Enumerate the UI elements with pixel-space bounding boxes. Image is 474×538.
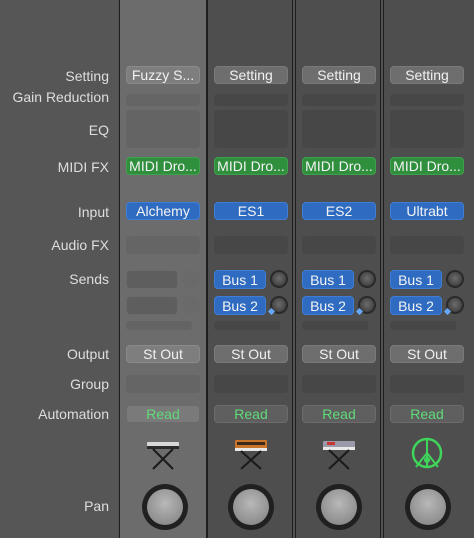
send-level-knob-1[interactable] — [270, 270, 288, 288]
send-slot-empty[interactable] — [126, 321, 192, 330]
synth-keyboard-icon — [147, 442, 179, 470]
input-slot[interactable]: Alchemy — [126, 202, 200, 220]
channel-strip-4[interactable]: Setting MIDI Dro... Ultrabt Bus 1 Bus 2 … — [383, 0, 474, 538]
input-slot[interactable]: Ultrabt — [390, 202, 464, 220]
output-label: Output — [66, 346, 109, 362]
send-slot-empty[interactable] — [302, 321, 368, 330]
setting-button[interactable]: Fuzzy S... — [126, 66, 200, 84]
eq-display[interactable] — [302, 110, 376, 148]
send-slot-2[interactable]: Bus 2 — [214, 296, 266, 315]
automation-mode-button[interactable]: Read — [390, 405, 464, 423]
group-slot[interactable] — [390, 375, 464, 393]
send-level-knob-2[interactable] — [182, 296, 200, 314]
output-button[interactable]: St Out — [390, 345, 464, 363]
send-slot-2[interactable] — [126, 296, 178, 315]
gain-reduction-meter — [302, 94, 376, 106]
pan-knob[interactable] — [228, 484, 274, 530]
input-slot[interactable]: ES1 — [214, 202, 288, 220]
send-slot-2[interactable]: Bus 2 — [302, 296, 354, 315]
audio-fx-slot[interactable] — [390, 236, 464, 254]
send-slot-empty[interactable] — [390, 321, 456, 330]
audio-fx-label: Audio FX — [51, 237, 109, 253]
automation-mode-button[interactable]: Read — [214, 405, 288, 423]
group-slot[interactable] — [126, 375, 200, 393]
midi-fx-slot[interactable]: MIDI Dro... — [302, 157, 376, 175]
pan-knob-cap — [147, 489, 183, 525]
send-level-knob-1[interactable] — [446, 270, 464, 288]
pan-knob[interactable] — [142, 484, 188, 530]
pan-knob-cap — [410, 489, 446, 525]
gain-reduction-meter — [214, 94, 288, 106]
setting-label: Setting — [65, 68, 109, 84]
send-slot-1[interactable]: Bus 1 — [302, 270, 354, 289]
send-slot-2[interactable]: Bus 2 — [390, 296, 442, 315]
input-slot[interactable]: ES2 — [302, 202, 376, 220]
row-labels-panel: Setting Gain Reduction EQ MIDI FX Input … — [0, 0, 118, 538]
output-button[interactable]: St Out — [214, 345, 288, 363]
pan-label: Pan — [84, 498, 109, 514]
pan-knob[interactable] — [316, 484, 362, 530]
midi-fx-label: MIDI FX — [57, 159, 109, 175]
midi-fx-slot[interactable]: MIDI Dro... — [126, 157, 200, 175]
eq-display[interactable] — [214, 110, 288, 148]
eq-display[interactable] — [390, 110, 464, 148]
sends-label: Sends — [69, 271, 109, 287]
midi-fx-slot[interactable]: MIDI Dro... — [390, 157, 464, 175]
setting-button[interactable]: Setting — [302, 66, 376, 84]
pan-knob-cap — [321, 489, 357, 525]
audio-fx-slot[interactable] — [214, 236, 288, 254]
output-button[interactable]: St Out — [126, 345, 200, 363]
drum-circle-icon — [411, 437, 443, 469]
send-slot-1[interactable]: Bus 1 — [214, 270, 266, 289]
send-slot-1[interactable] — [126, 270, 178, 289]
automation-mode-button[interactable]: Read — [126, 405, 200, 423]
audio-fx-slot[interactable] — [302, 236, 376, 254]
group-slot[interactable] — [302, 375, 376, 393]
automation-mode-button[interactable]: Read — [302, 405, 376, 423]
send-slot-empty[interactable] — [214, 321, 280, 330]
audio-fx-slot[interactable] — [126, 236, 200, 254]
gain-reduction-meter — [390, 94, 464, 106]
midi-fx-slot[interactable]: MIDI Dro... — [214, 157, 288, 175]
setting-button[interactable]: Setting — [390, 66, 464, 84]
channel-strip-1[interactable]: Fuzzy S... MIDI Dro... Alchemy St Out Re… — [119, 0, 207, 538]
pan-knob[interactable] — [405, 484, 451, 530]
output-button[interactable]: St Out — [302, 345, 376, 363]
setting-button[interactable]: Setting — [214, 66, 288, 84]
analog-synth-icon — [235, 440, 267, 470]
send-level-knob-1[interactable] — [182, 270, 200, 288]
group-slot[interactable] — [214, 375, 288, 393]
gain-reduction-meter — [126, 94, 200, 106]
synth-keyboard-icon — [323, 441, 355, 470]
gain-reduction-label: Gain Reduction — [12, 89, 109, 105]
pan-knob-cap — [233, 489, 269, 525]
channel-strip-3[interactable]: Setting MIDI Dro... ES2 Bus 1 Bus 2 St O… — [295, 0, 381, 538]
eq-label: EQ — [88, 122, 109, 138]
send-level-knob-1[interactable] — [358, 270, 376, 288]
eq-display[interactable] — [126, 110, 200, 148]
input-label: Input — [77, 204, 109, 220]
group-label: Group — [70, 376, 109, 392]
send-slot-1[interactable]: Bus 1 — [390, 270, 442, 289]
automation-label: Automation — [38, 406, 109, 422]
channel-strip-2[interactable]: Setting MIDI Dro... ES1 Bus 1 Bus 2 St O… — [207, 0, 293, 538]
